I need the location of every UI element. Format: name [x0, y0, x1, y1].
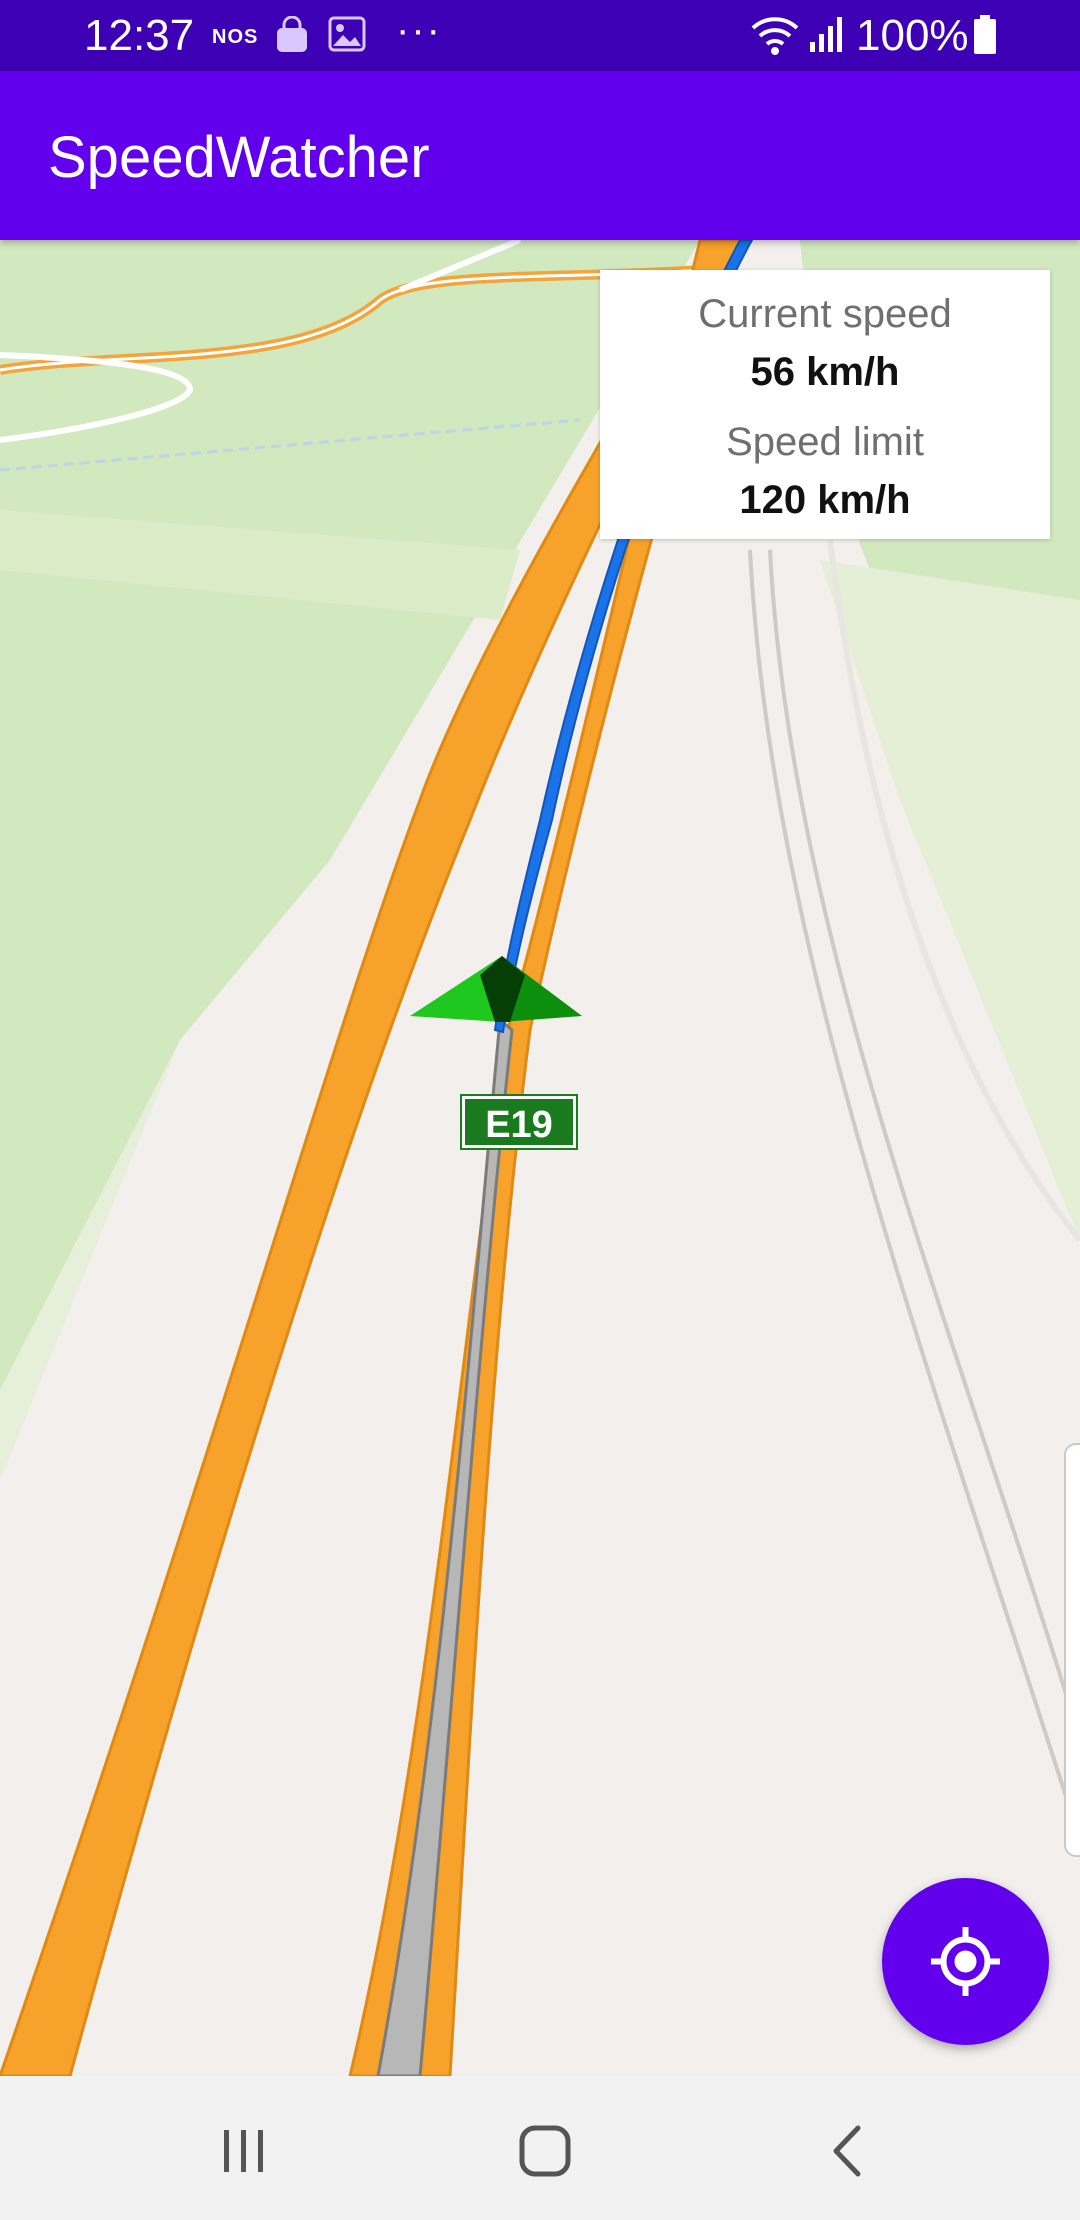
carrier-label: NOS [212, 26, 259, 48]
shopping-bag-icon [274, 15, 310, 59]
speed-limit-label: Speed limit [726, 420, 924, 464]
signal-icon [808, 14, 846, 59]
more-notifications-icon: ··· [396, 8, 442, 52]
current-speed-value: 56 km/h [750, 350, 900, 394]
status-bar: 12:37 NOS ··· 100% [0, 0, 1080, 71]
road-shield-e19: E19 [460, 1094, 578, 1150]
app-bar: SpeedWatcher [0, 71, 1080, 240]
battery-icon [972, 15, 998, 60]
speed-card: Current speed 56 km/h Speed limit 120 km… [600, 270, 1050, 539]
current-speed-label: Current speed [698, 292, 952, 336]
recent-apps-icon [224, 2130, 263, 2172]
my-location-button[interactable] [882, 1878, 1049, 2045]
home-button[interactable] [505, 2116, 585, 2186]
image-icon [328, 16, 366, 57]
back-icon [833, 2125, 861, 2177]
system-nav-bar [0, 2076, 1080, 2220]
wifi-icon [750, 14, 800, 61]
recent-apps-button[interactable] [204, 2116, 284, 2186]
home-icon [519, 2125, 571, 2177]
app-title: SpeedWatcher [48, 125, 430, 190]
status-time: 12:37 [84, 11, 195, 60]
my-location-icon [931, 1927, 1000, 1996]
speed-limit-value: 120 km/h [739, 478, 911, 522]
edge-panel-handle[interactable] [1064, 1443, 1080, 1857]
back-button[interactable] [808, 2116, 888, 2186]
battery-percent: 100% [856, 11, 969, 60]
